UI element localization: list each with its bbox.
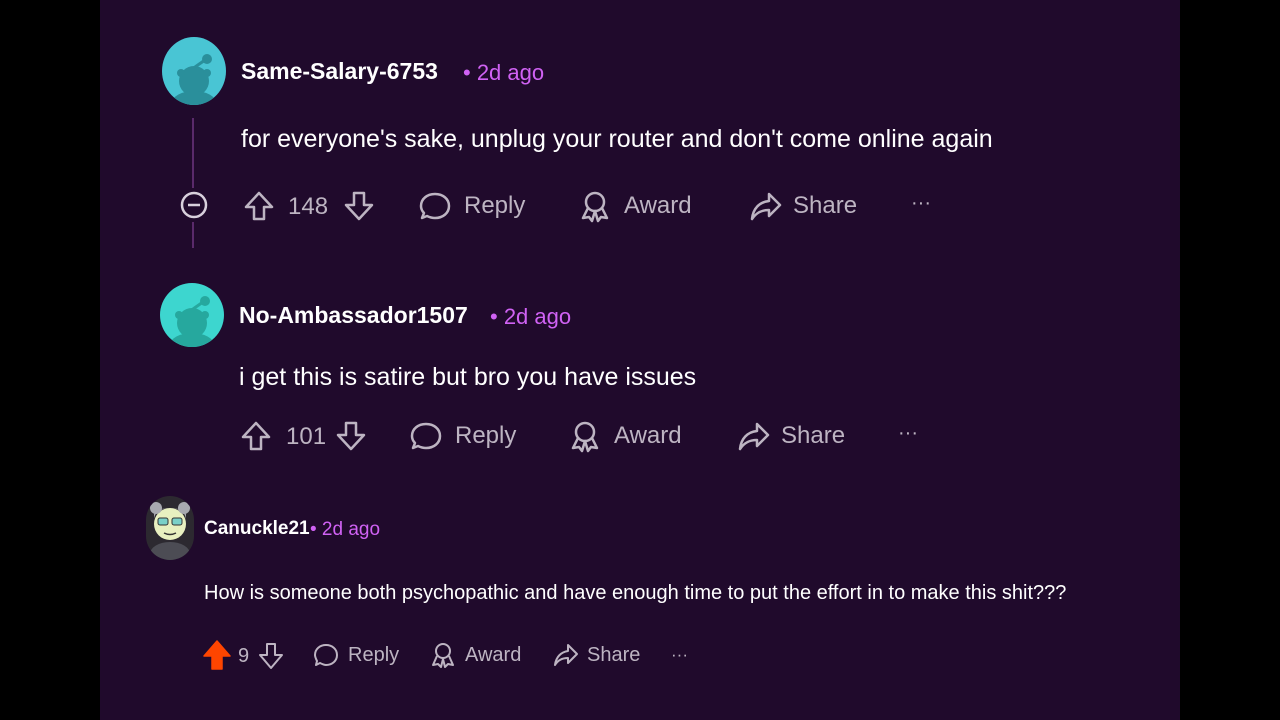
arrow-up-icon: [241, 421, 271, 451]
comments-panel: [100, 0, 1180, 720]
downvote-button[interactable]: [334, 419, 368, 453]
timestamp[interactable]: • 2d ago: [310, 519, 380, 541]
share-button[interactable]: Share: [553, 641, 640, 669]
username[interactable]: No-Ambassador1507: [239, 302, 468, 329]
avatar[interactable]: [162, 37, 226, 105]
share-arrow-icon: [554, 644, 578, 666]
reply-button[interactable]: Reply: [313, 641, 399, 669]
vote-score: 148: [288, 193, 329, 220]
avatar[interactable]: [160, 283, 224, 347]
snoo-avatar-icon: [172, 54, 216, 105]
award-icon: [581, 191, 609, 223]
award-icon: [432, 643, 454, 668]
speech-bubble-icon: [410, 422, 442, 450]
vote-score: 9: [238, 645, 250, 667]
snoo-avatar-icon: [170, 296, 214, 347]
award-button[interactable]: Award: [578, 189, 692, 223]
arrow-down-icon: [259, 643, 283, 669]
reply-button[interactable]: Reply: [418, 189, 525, 223]
reply-label: Reply: [348, 643, 400, 666]
award-button[interactable]: Award: [568, 419, 682, 453]
award-label: Award: [614, 422, 682, 449]
vote-score: 101: [286, 423, 327, 450]
award-label: Award: [465, 643, 522, 666]
share-label: Share: [793, 192, 858, 219]
arrow-up-icon: [244, 191, 274, 221]
thread-line[interactable]: [192, 222, 194, 248]
speech-bubble-icon: [419, 192, 451, 220]
timestamp[interactable]: • 2d ago: [463, 60, 544, 86]
username[interactable]: Canuckle21: [204, 518, 310, 540]
award-button[interactable]: Award: [430, 641, 521, 669]
share-arrow-icon: [750, 192, 782, 221]
speech-bubble-icon: [314, 644, 338, 666]
comment-text: i get this is satire but bro you have is…: [239, 363, 697, 391]
share-button[interactable]: Share: [737, 419, 845, 453]
arrow-up-filled-icon: [203, 640, 231, 670]
upvote-button[interactable]: [202, 639, 232, 671]
upvote-button[interactable]: [242, 189, 276, 223]
award-label: Award: [624, 192, 692, 219]
comment-text: for everyone's sake, unplug your router …: [241, 125, 993, 153]
share-button[interactable]: Share: [749, 189, 857, 223]
reply-label: Reply: [464, 192, 526, 219]
share-arrow-icon: [738, 422, 770, 451]
username[interactable]: Same-Salary-6753: [241, 58, 438, 85]
avatar[interactable]: [146, 496, 194, 560]
minus-circle-icon: [180, 191, 208, 219]
reply-label: Reply: [455, 422, 517, 449]
more-options-button[interactable]: ···: [898, 422, 918, 445]
character-avatar-icon: [150, 502, 190, 560]
award-icon: [571, 421, 599, 453]
more-options-button[interactable]: ···: [911, 192, 931, 215]
collapse-button[interactable]: [179, 190, 209, 220]
share-label: Share: [781, 422, 846, 449]
timestamp[interactable]: • 2d ago: [490, 304, 571, 330]
arrow-down-icon: [344, 191, 374, 221]
downvote-button[interactable]: [342, 189, 376, 223]
more-options-button[interactable]: ···: [671, 645, 688, 665]
upvote-button[interactable]: [239, 419, 273, 453]
reply-button[interactable]: Reply: [409, 419, 516, 453]
downvote-button[interactable]: [257, 641, 285, 671]
thread-line[interactable]: [192, 118, 194, 188]
share-label: Share: [587, 643, 641, 666]
arrow-down-icon: [336, 421, 366, 451]
comment-text: How is someone both psychopathic and hav…: [204, 582, 1067, 604]
